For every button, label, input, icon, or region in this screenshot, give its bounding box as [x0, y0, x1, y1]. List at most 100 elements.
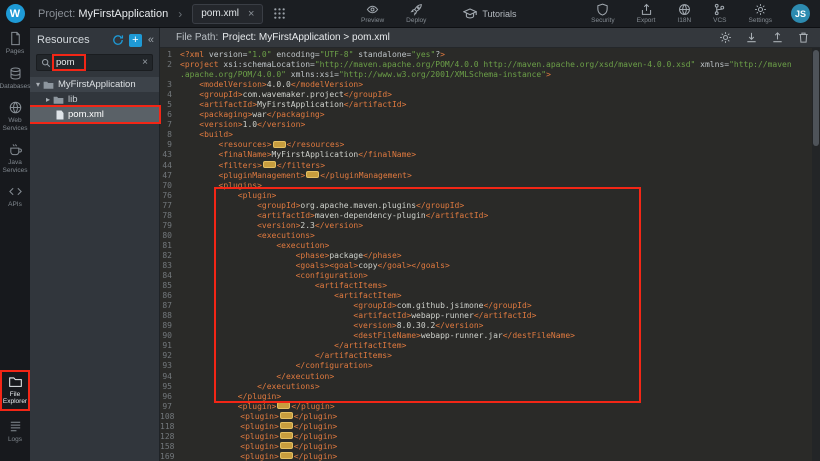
- code-line[interactable]: 91 </artifactItem>: [160, 341, 820, 351]
- export-button[interactable]: Export: [637, 3, 656, 24]
- tree-item-project-root[interactable]: ▾ MyFirstApplication: [30, 77, 159, 92]
- project-label: Project: MyFirstApplication: [38, 8, 168, 20]
- folded-region-marker[interactable]: [280, 412, 293, 419]
- sidebar-item-file-explorer[interactable]: File Explorer: [2, 372, 28, 409]
- line-number: 83: [160, 261, 180, 271]
- tree-item-lib[interactable]: ▸ lib: [30, 92, 159, 107]
- code-line[interactable]: 80 <executions>: [160, 231, 820, 241]
- line-number: 118: [160, 422, 182, 432]
- collapse-panel-icon[interactable]: «: [148, 34, 154, 46]
- line-number: [160, 70, 180, 80]
- wavemaker-logo[interactable]: W: [6, 4, 25, 23]
- code-line[interactable]: 118 <plugin></plugin>: [160, 422, 820, 432]
- sidebar-item-java-services[interactable]: Java Services: [1, 142, 29, 174]
- code-line[interactable]: 44 <filters></filters>: [160, 161, 820, 171]
- code-line[interactable]: 1<?xml version="1.0" encoding="UTF-8" st…: [160, 50, 820, 60]
- code-line[interactable]: 90 <destFileName>webapp-runner.jar</dest…: [160, 331, 820, 341]
- code-line[interactable]: 47 <pluginManagement></pluginManagement>: [160, 171, 820, 181]
- folded-region-marker[interactable]: [280, 452, 293, 459]
- tab-pom-xml[interactable]: pom.xml ×: [192, 4, 263, 24]
- code-line[interactable]: 82 <phase>package</phase>: [160, 251, 820, 261]
- code-line[interactable]: 96 </plugin>: [160, 392, 820, 402]
- code-line[interactable]: 70 <plugins>: [160, 181, 820, 191]
- code-line[interactable]: 4 <groupId>com.wavemaker.project</groupI…: [160, 90, 820, 100]
- code-line[interactable]: 2<project xsi:schemaLocation="http://mav…: [160, 60, 820, 70]
- code-line[interactable]: .apache.org/POM/4.0.0" xmlns:xsi="http:/…: [160, 70, 820, 80]
- sidebar-item-apis[interactable]: APIs: [1, 184, 29, 209]
- code-line[interactable]: 76 <plugin>: [160, 191, 820, 201]
- sidebar-item-databases[interactable]: Databases: [1, 66, 29, 91]
- refresh-icon[interactable]: [112, 34, 124, 46]
- code-line[interactable]: 78 <artifactId>maven-dependency-plugin</…: [160, 211, 820, 221]
- code-line[interactable]: 85 <artifactItems>: [160, 281, 820, 291]
- code-line[interactable]: 93 </configuration>: [160, 361, 820, 371]
- line-number: 97: [160, 402, 180, 412]
- line-number: 82: [160, 251, 180, 261]
- vcs-button[interactable]: VCS: [713, 3, 726, 24]
- code-line[interactable]: 86 <artifactItem>: [160, 291, 820, 301]
- settings-button[interactable]: Settings: [749, 3, 773, 24]
- sidebar-item-web-services[interactable]: Web Services: [1, 100, 29, 132]
- topbar: Project: MyFirstApplication › pom.xml × …: [30, 0, 820, 28]
- folded-region-marker[interactable]: [277, 402, 290, 409]
- code-line[interactable]: 5 <artifactId>MyFirstApplication</artifa…: [160, 100, 820, 110]
- close-icon[interactable]: ×: [248, 8, 254, 20]
- apps-grid-icon[interactable]: [273, 7, 286, 20]
- resources-search-input[interactable]: pom ×: [36, 54, 153, 71]
- code-line[interactable]: 84 <configuration>: [160, 271, 820, 281]
- preview-button[interactable]: Preview: [361, 3, 384, 24]
- line-number: 76: [160, 191, 180, 201]
- code-line[interactable]: 87 <groupId>com.github.jsimone</groupId>: [160, 301, 820, 311]
- code-line[interactable]: 128 <plugin></plugin>: [160, 432, 820, 442]
- folded-region-marker[interactable]: [280, 432, 293, 439]
- folded-region-marker[interactable]: [263, 161, 276, 168]
- logs-icon: [8, 419, 23, 434]
- code-line[interactable]: 89 <version>8.0.30.2</version>: [160, 321, 820, 331]
- code-editor[interactable]: 1<?xml version="1.0" encoding="UTF-8" st…: [160, 48, 820, 461]
- code-line[interactable]: 9 <resources></resources>: [160, 140, 820, 150]
- user-avatar[interactable]: JS: [791, 4, 810, 23]
- code-line[interactable]: 108 <plugin></plugin>: [160, 412, 820, 422]
- scrollbar-thumb[interactable]: [813, 50, 819, 146]
- code-line[interactable]: 79 <version>2.3</version>: [160, 221, 820, 231]
- search-input-value[interactable]: pom: [54, 56, 84, 69]
- code-line[interactable]: 88 <artifactId>webapp-runner</artifactId…: [160, 311, 820, 321]
- code-line[interactable]: 97 <plugin></plugin>: [160, 402, 820, 412]
- code-line[interactable]: 94 </execution>: [160, 372, 820, 382]
- editor-scrollbar[interactable]: [812, 48, 820, 461]
- code-line[interactable]: 95 </executions>: [160, 382, 820, 392]
- folded-region-marker[interactable]: [280, 442, 293, 449]
- code-line[interactable]: 92 </artifactItems>: [160, 351, 820, 361]
- line-number: 128: [160, 432, 182, 442]
- i18n-button[interactable]: I18N: [677, 3, 691, 24]
- tutorials-button[interactable]: Tutorials: [463, 7, 516, 21]
- upload-icon[interactable]: [771, 31, 784, 44]
- clear-search-icon[interactable]: ×: [142, 57, 148, 68]
- code-line[interactable]: 7 <version>1.0</version>: [160, 120, 820, 130]
- code-line[interactable]: 83 <goals><goal>copy</goal></goals>: [160, 261, 820, 271]
- security-button[interactable]: Security: [591, 3, 614, 24]
- line-number: 4: [160, 90, 180, 100]
- code-line[interactable]: 43 <finalName>MyFirstApplication</finalN…: [160, 150, 820, 160]
- tree-item-pom-xml[interactable]: pom.xml: [30, 107, 159, 122]
- sidebar-item-logs[interactable]: Logs: [1, 419, 29, 444]
- download-icon[interactable]: [745, 31, 758, 44]
- folded-region-marker[interactable]: [273, 141, 286, 148]
- code-line[interactable]: 77 <groupId>org.apache.maven.plugins</gr…: [160, 201, 820, 211]
- caret-down-icon[interactable]: ▾: [36, 80, 40, 89]
- delete-icon[interactable]: [797, 31, 810, 44]
- folded-region-marker[interactable]: [280, 422, 293, 429]
- caret-right-icon[interactable]: ▸: [46, 95, 50, 104]
- code-line[interactable]: 169 <plugin></plugin>: [160, 452, 820, 461]
- code-line[interactable]: 81 <execution>: [160, 241, 820, 251]
- editor-settings-gear-icon[interactable]: [719, 31, 732, 44]
- deploy-button[interactable]: Deploy: [406, 3, 426, 24]
- code-line[interactable]: 8 <build>: [160, 130, 820, 140]
- add-resource-button[interactable]: +: [129, 34, 142, 47]
- code-line[interactable]: 6 <packaging>war</packaging>: [160, 110, 820, 120]
- code-line[interactable]: 3 <modelVersion>4.0.0</modelVersion>: [160, 80, 820, 90]
- code-line[interactable]: 158 <plugin></plugin>: [160, 442, 820, 452]
- sidebar-item-pages[interactable]: Pages: [1, 31, 29, 56]
- folded-region-marker[interactable]: [306, 171, 319, 178]
- line-number: 1: [160, 50, 180, 60]
